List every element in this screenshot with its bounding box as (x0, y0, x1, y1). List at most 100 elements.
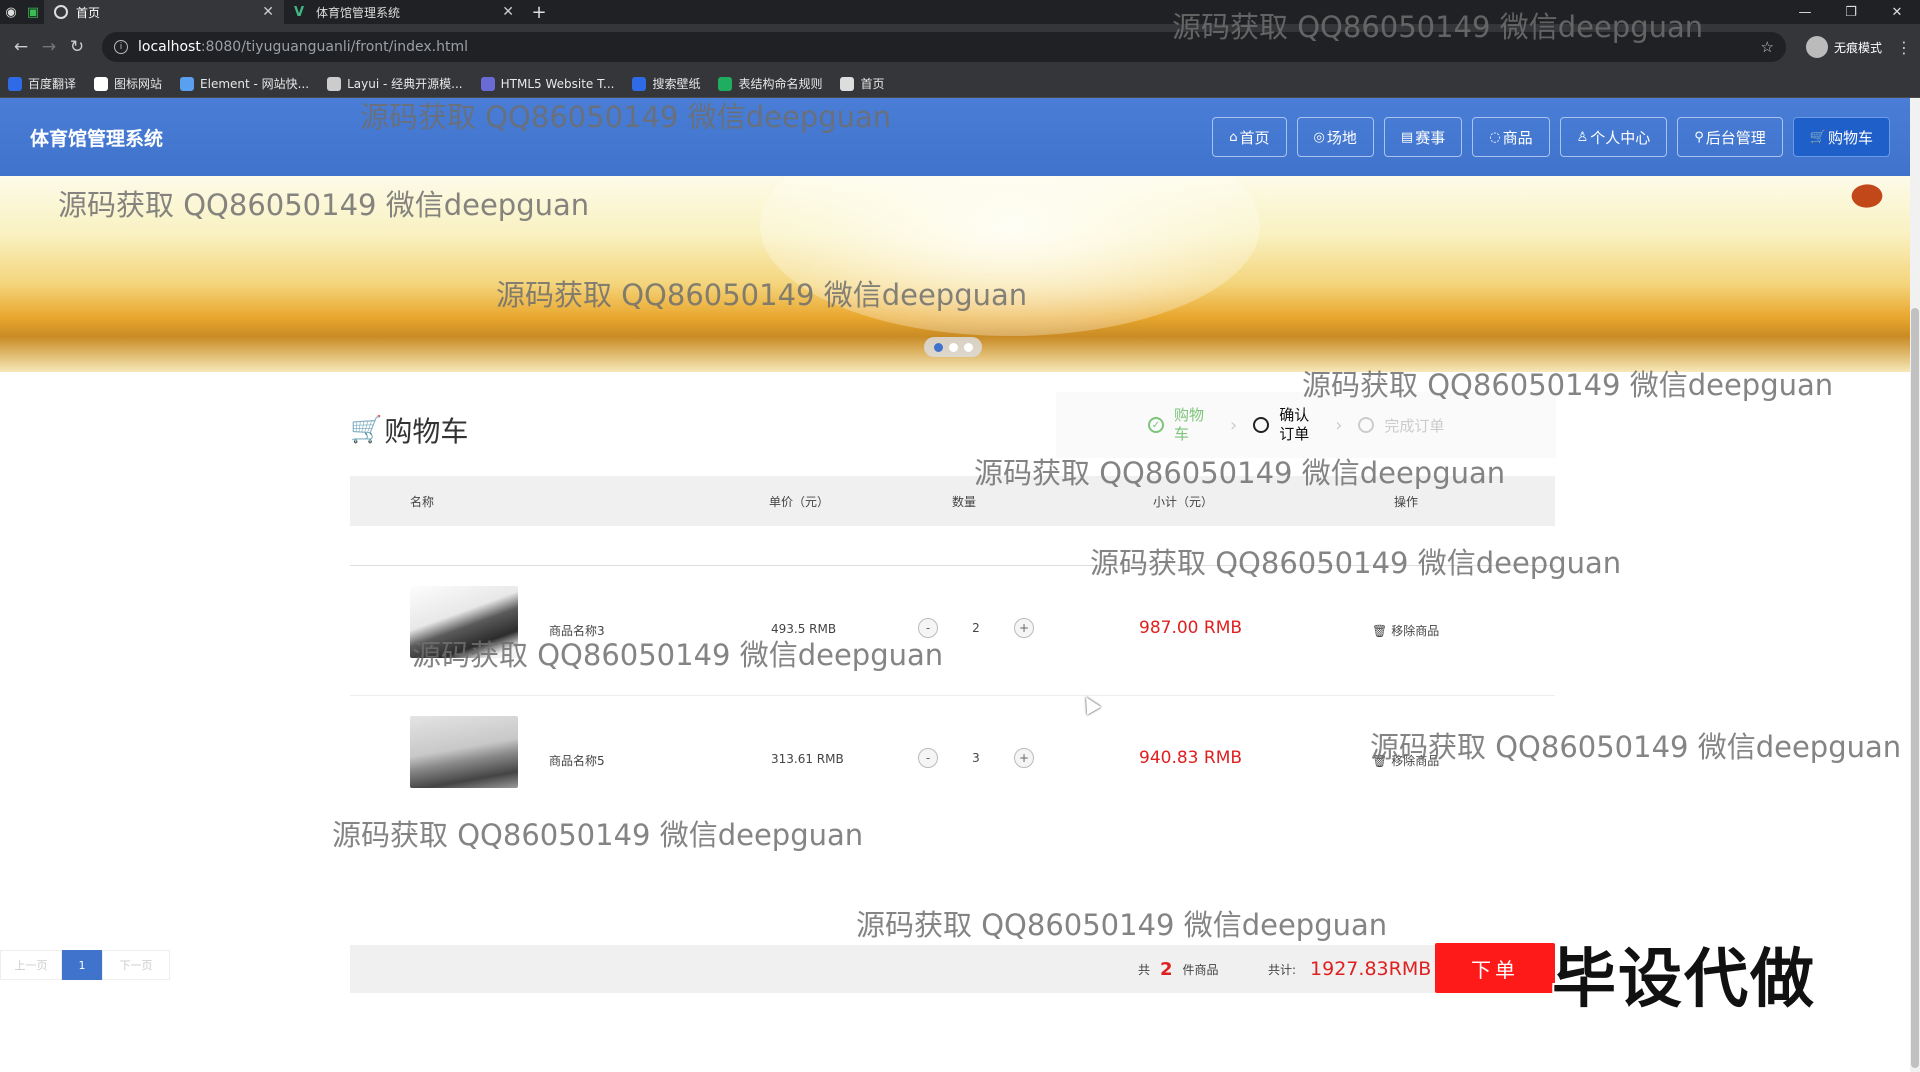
bookmark-icon (480, 76, 495, 91)
cart-title-text: 购物车 (384, 415, 469, 448)
tab-search-icon[interactable]: ▣ (22, 0, 44, 24)
place-order-button[interactable]: 下单 (1435, 943, 1555, 993)
plus-button[interactable]: + (1014, 618, 1034, 638)
plus-button[interactable]: + (1014, 748, 1034, 768)
url-host: localhost (138, 39, 201, 55)
tab-gym-system[interactable]: V 体育馆管理系统 ✕ (284, 0, 524, 24)
remove-label: 移除商品 (1391, 754, 1440, 768)
carousel-dot[interactable] (933, 342, 943, 352)
scrollbar-thumb[interactable] (1911, 308, 1919, 1068)
pagination: 上一页 1 下一页 (0, 950, 170, 980)
bookmark-item[interactable]: Layui - 经典开源模... (327, 75, 463, 92)
nav-item-3[interactable]: ◌ 商品 (1472, 117, 1550, 157)
new-tab-button[interactable]: + (524, 2, 554, 23)
next-page-button[interactable]: 下一页 (102, 950, 170, 980)
nav-item-0[interactable]: ⌂ 首页 (1212, 117, 1287, 157)
reload-icon[interactable]: ↻ (64, 34, 90, 60)
tab-title: 体育馆管理系统 (316, 5, 401, 20)
product-name[interactable]: 商品名称3 (549, 622, 605, 639)
minus-button[interactable]: - (918, 618, 938, 638)
bookmark-label: 搜索壁纸 (652, 77, 701, 91)
circle-icon (1253, 417, 1270, 433)
step-label: 确认订单 (1279, 406, 1310, 443)
nav-icon: ◌ (1489, 129, 1501, 145)
back-icon[interactable]: ← (8, 34, 34, 60)
remove-item-button[interactable]: 🗑 移除商品 (1372, 752, 1439, 769)
bookmark-icon (840, 76, 855, 91)
bookmarks-bar: 百度翻译 图标网站 Element - 网站快... Layui - 经典开源模...… (0, 70, 1920, 98)
product-image[interactable] (410, 586, 518, 658)
bookmark-label: Layui - 经典开源模... (347, 77, 463, 91)
total-value: 1927.83RMB (1310, 958, 1432, 980)
trash-icon: 🗑 (1372, 623, 1388, 638)
step-label: 购物车 (1174, 406, 1205, 443)
nav-item-6[interactable]: 🛒 购物车 (1792, 117, 1890, 157)
nav-label: 购物车 (1827, 128, 1873, 147)
tab-home[interactable]: 首页 ✕ (44, 0, 284, 24)
total-amount: 共计: 1927.83RMB (1268, 958, 1431, 980)
cart-table-header: 名称 单价（元） 数量 小计（元） 操作 (350, 476, 1555, 526)
page-1-button[interactable]: 1 (62, 950, 102, 980)
quantity-value[interactable]: 2 (938, 621, 1014, 635)
bookmark-item[interactable]: 百度翻译 (8, 75, 76, 92)
chevron-right-icon: › (1335, 414, 1343, 436)
nav-item-5[interactable]: ⚲ 后台管理 (1677, 117, 1783, 157)
main-nav: ⌂ 首页 ◎ 场地 ▤ 赛事 ◌ 商品 ♙ 个人中心 ⚲ 后台管理 🛒 购物车 (1202, 117, 1890, 157)
bookmark-label: 首页 (860, 77, 885, 91)
browser-tab-bar: ◉ ▣ 首页 ✕ V 体育馆管理系统 ✕ + — ❐ ✕ (0, 0, 1920, 24)
menu-icon[interactable]: ⋮ (1896, 38, 1912, 57)
product-image[interactable] (410, 716, 518, 788)
total-label: 共计: (1268, 962, 1297, 977)
banner-image (760, 176, 1260, 336)
quantity-stepper: - 2 + (918, 618, 1034, 638)
nav-icon: ⚲ (1694, 129, 1704, 145)
close-icon[interactable]: ✕ (262, 4, 274, 20)
order-steps: ✓ 购物车 › 确认订单 › 完成订单 (1056, 392, 1556, 458)
bookmark-item[interactable]: 表结构命名规则 (718, 75, 822, 92)
bookmark-star-icon[interactable]: ☆ (1761, 38, 1774, 56)
browser-toolbar: ← → ↻ i localhost:8080/tiyuguanguanli/fr… (0, 24, 1920, 70)
close-icon[interactable]: ✕ (502, 4, 514, 20)
minimize-icon[interactable]: — (1782, 0, 1828, 24)
cart-summary-bar: 共 2 件商品 共计: 1927.83RMB 下单 (350, 943, 1555, 993)
bookmark-icon (8, 76, 22, 91)
bookmark-label: 百度翻译 (28, 77, 77, 91)
address-bar[interactable]: i localhost:8080/tiyuguanguanli/front/in… (102, 32, 1786, 62)
close-window-icon[interactable]: ✕ (1874, 0, 1920, 24)
info-icon[interactable]: i (114, 40, 128, 54)
product-name[interactable]: 商品名称5 (549, 752, 605, 769)
bookmark-item[interactable]: Element - 网站快... (180, 75, 309, 92)
incognito-indicator[interactable]: 无痕模式 (1805, 36, 1882, 58)
incognito-label: 无痕模式 (1833, 40, 1882, 55)
nav-item-4[interactable]: ♙ 个人中心 (1559, 117, 1668, 157)
bookmark-item[interactable]: 搜索壁纸 (632, 75, 700, 92)
url-path: :8080/tiyuguanguanli/front/index.html (200, 39, 469, 55)
unit-price: 313.61 RMB (771, 752, 844, 766)
nav-item-1[interactable]: ◎ 场地 (1296, 117, 1374, 157)
nav-item-2[interactable]: ▤ 赛事 (1383, 117, 1463, 157)
quantity-value[interactable]: 3 (938, 751, 1014, 765)
bookmark-item[interactable]: HTML5 Website T... (480, 76, 614, 91)
window-controls: — ❐ ✕ (1782, 0, 1920, 24)
col-subtotal: 小计（元） (1153, 494, 1214, 509)
page-scrollbar[interactable] (1910, 98, 1920, 1072)
cart-title: 🛒 购物车 (350, 410, 468, 450)
bookmark-icon (94, 76, 109, 91)
bookmark-label: 图标网站 (114, 77, 163, 91)
bookmark-item[interactable]: 图标网站 (94, 75, 162, 92)
forward-icon[interactable]: → (36, 34, 62, 60)
restore-icon[interactable]: ❐ (1828, 0, 1874, 24)
carousel-dot[interactable] (963, 342, 973, 352)
prev-page-button[interactable]: 上一页 (0, 950, 62, 980)
quantity-stepper: - 3 + (918, 748, 1034, 768)
globe-icon (54, 5, 68, 19)
bookmark-label: 表结构命名规则 (738, 77, 823, 91)
remove-item-button[interactable]: 🗑 移除商品 (1372, 622, 1439, 639)
cart-icon: 🛒 (350, 415, 383, 445)
bookmark-item[interactable]: 首页 (840, 75, 885, 92)
carousel-dot[interactable] (948, 342, 958, 352)
step-label: 完成订单 (1384, 416, 1445, 435)
nav-label: 个人中心 (1590, 128, 1651, 147)
minus-button[interactable]: - (918, 748, 938, 768)
incognito-icon (1805, 36, 1828, 58)
